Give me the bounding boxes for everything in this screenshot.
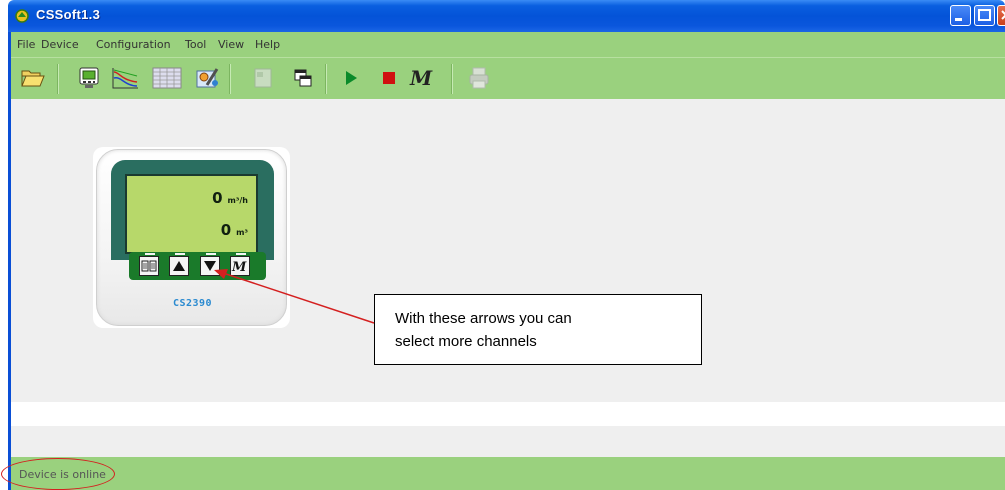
print-button[interactable] [463, 62, 495, 94]
window-disabled-icon [254, 68, 272, 88]
maximize-button[interactable] [974, 5, 995, 26]
menu-view[interactable]: View [218, 38, 244, 51]
flow-value: 0 [212, 189, 223, 207]
status-bar: Device is online [11, 457, 1005, 490]
menu-file[interactable]: File [17, 38, 35, 51]
title-bar[interactable]: CSSoft1.3 [8, 0, 1005, 32]
m-mode-button[interactable]: M [407, 62, 439, 94]
device-lcd: 0 m³/h 0 m³ [125, 174, 258, 254]
arrow-down-key[interactable] [200, 253, 220, 276]
menu-device[interactable]: Device [41, 38, 79, 51]
printer-icon [469, 67, 489, 89]
key-indicator [236, 253, 246, 255]
configuration-button[interactable] [191, 62, 223, 94]
lcd-reading-total: 0 m³ [221, 220, 248, 239]
workspace-divider [11, 402, 1005, 426]
folder-open-icon [21, 70, 45, 87]
config-tools-icon [196, 68, 219, 88]
minimize-button[interactable] [950, 5, 971, 26]
disabled-tool-button[interactable] [247, 62, 279, 94]
line-chart-icon [112, 68, 138, 89]
m-key-icon: M [231, 260, 247, 273]
m-script-icon: M [409, 66, 433, 90]
device-body: 0 m³/h 0 m³ M CS2390 [96, 149, 287, 326]
svg-text:M: M [409, 66, 433, 90]
key-indicator [145, 253, 155, 255]
toolbar-separator [229, 64, 231, 94]
menu-help[interactable]: Help [255, 38, 280, 51]
start-button[interactable] [335, 62, 367, 94]
monitor-icon [79, 67, 99, 88]
app-logo-icon [14, 8, 30, 24]
stop-button[interactable] [373, 62, 405, 94]
lower-workspace [11, 426, 1005, 457]
open-folder-button[interactable] [17, 62, 49, 94]
close-button[interactable] [997, 5, 1005, 26]
table-view-button[interactable] [151, 62, 183, 94]
stop-icon [383, 72, 395, 84]
windows-button[interactable] [287, 62, 319, 94]
menu-tool[interactable]: Tool [185, 38, 206, 51]
flow-unit: m³/h [227, 196, 248, 205]
menu-bar: File Device Configuration Tool View Help [11, 32, 1005, 57]
device-keypad: M [129, 252, 266, 280]
total-unit: m³ [236, 228, 248, 237]
annotation-callout: With these arrows you can select more ch… [374, 294, 702, 365]
total-value: 0 [220, 221, 232, 239]
svg-text:M: M [231, 260, 247, 273]
menu-configuration[interactable]: Configuration [96, 38, 171, 51]
key-indicator [175, 253, 185, 255]
arrow-up-key[interactable] [169, 253, 189, 276]
annotation-line-1: With these arrows you can [395, 310, 572, 327]
device-widget[interactable]: 0 m³/h 0 m³ M CS2390 [93, 147, 290, 328]
chart-view-button[interactable] [109, 62, 141, 94]
lcd-reading-flow: 0 m³/h [212, 188, 248, 207]
key-indicator [206, 253, 216, 255]
toolbar-separator [451, 64, 453, 94]
book-icon [141, 260, 157, 272]
device-display-frame: 0 m³/h 0 m³ [111, 160, 274, 260]
app-window: CSSoft1.3 File Device Configuration Tool… [0, 0, 1005, 490]
device-view-button[interactable] [73, 62, 105, 94]
device-model-label: CS2390 [172, 298, 213, 309]
cascade-windows-icon [294, 69, 312, 87]
arrow-up-icon [173, 261, 185, 271]
table-icon [152, 67, 182, 89]
arrow-down-icon [204, 261, 216, 271]
toolbar-separator [57, 64, 59, 94]
annotation-line-2: select more channels [395, 333, 537, 350]
toolbar-separator [325, 64, 327, 94]
window-title: CSSoft1.3 [36, 7, 101, 22]
m-key[interactable]: M [230, 253, 250, 276]
book-key[interactable] [139, 253, 159, 276]
play-icon [346, 71, 357, 85]
toolbar: M [11, 57, 1005, 99]
status-highlight-circle [1, 458, 115, 490]
